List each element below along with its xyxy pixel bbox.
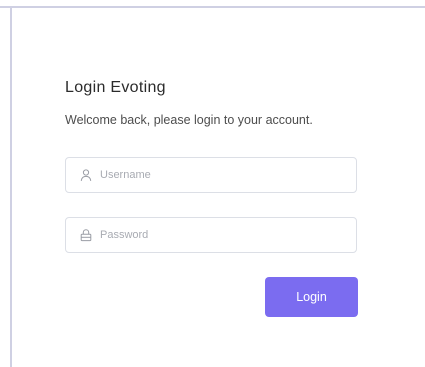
login-subtitle: Welcome back, please login to your accou… [65, 113, 313, 127]
username-input[interactable] [98, 158, 350, 192]
user-icon [79, 168, 93, 182]
login-title: Login Evoting [65, 79, 166, 96]
login-page: Login Evoting Welcome back, please login… [0, 0, 425, 367]
login-button[interactable]: Login [265, 277, 358, 317]
password-input[interactable] [98, 218, 350, 252]
username-field[interactable] [65, 157, 357, 193]
lock-icon [79, 228, 93, 242]
password-field[interactable] [65, 217, 357, 253]
